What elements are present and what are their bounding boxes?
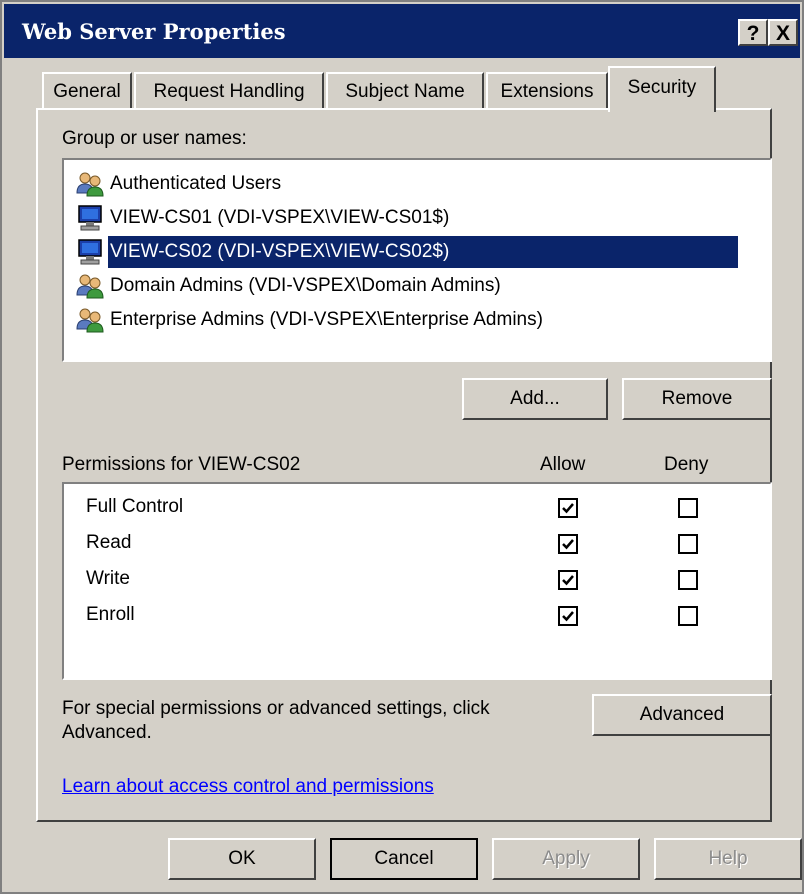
allow-column-header: Allow: [540, 454, 586, 475]
group-icon: [76, 307, 104, 333]
permission-row: Enroll: [64, 600, 770, 634]
list-item-label: VIEW-CS02 (VDI-VSPEX\VIEW-CS02$): [108, 236, 738, 268]
tab-security[interactable]: Security: [608, 66, 716, 112]
add-button[interactable]: Add...: [462, 378, 608, 420]
list-item-label: Authenticated Users: [110, 173, 282, 194]
permissions-list: Full Control Read Write Enroll: [62, 482, 772, 680]
list-item-label: Domain Admins (VDI-VSPEX\Domain Admins): [110, 275, 501, 296]
help-button[interactable]: Help: [654, 838, 802, 880]
help-title-button[interactable]: ?: [738, 19, 768, 46]
read-allow-checkbox[interactable]: [558, 534, 578, 554]
apply-button[interactable]: Apply: [492, 838, 640, 880]
title-bar[interactable]: Web Server Properties ? X: [4, 4, 800, 58]
ok-button[interactable]: OK: [168, 838, 316, 880]
permission-name: Full Control: [86, 496, 184, 517]
advanced-button[interactable]: Advanced: [592, 694, 772, 736]
deny-column-header: Deny: [664, 454, 709, 475]
users-listbox[interactable]: Authenticated Users VIEW-CS01 (VDI-VSPEX…: [62, 158, 772, 362]
tab-subject-name[interactable]: Subject Name: [326, 72, 484, 110]
computer-icon: [76, 205, 104, 231]
permission-row: Full Control: [64, 492, 770, 526]
window-title: Web Server Properties: [22, 19, 286, 44]
list-item-label: Enterprise Admins (VDI-VSPEX\Enterprise …: [110, 309, 543, 330]
list-item-enterprise-admins[interactable]: Enterprise Admins (VDI-VSPEX\Enterprise …: [74, 304, 764, 338]
enroll-allow-checkbox[interactable]: [558, 606, 578, 626]
list-item-label: VIEW-CS01 (VDI-VSPEX\VIEW-CS01$): [110, 207, 450, 228]
full-control-allow-checkbox[interactable]: [558, 498, 578, 518]
permission-row: Write: [64, 564, 770, 598]
permission-name: Enroll: [86, 604, 135, 625]
permissions-title: Permissions for VIEW-CS02: [62, 454, 301, 475]
permission-name: Write: [86, 568, 130, 589]
read-deny-checkbox[interactable]: [678, 534, 698, 554]
cancel-button[interactable]: Cancel: [330, 838, 478, 880]
remove-button[interactable]: Remove: [622, 378, 772, 420]
full-control-deny-checkbox[interactable]: [678, 498, 698, 518]
list-item-view-cs02[interactable]: VIEW-CS02 (VDI-VSPEX\VIEW-CS02$): [74, 236, 772, 270]
write-allow-checkbox[interactable]: [558, 570, 578, 590]
computer-icon: [76, 239, 104, 265]
users-label: Group or user names:: [62, 128, 247, 149]
permission-name: Read: [86, 532, 132, 553]
properties-dialog: Web Server Properties ? X General Reques…: [0, 0, 804, 894]
list-item-view-cs01[interactable]: VIEW-CS01 (VDI-VSPEX\VIEW-CS01$): [74, 202, 764, 236]
advanced-hint-line1: For special permissions or advanced sett…: [62, 698, 490, 719]
tab-request-handling[interactable]: Request Handling: [134, 72, 324, 110]
advanced-hint-line2: Advanced.: [62, 722, 152, 743]
write-deny-checkbox[interactable]: [678, 570, 698, 590]
tab-general[interactable]: General: [42, 72, 132, 110]
group-icon: [76, 273, 104, 299]
group-icon: [76, 171, 104, 197]
list-item-authenticated-users[interactable]: Authenticated Users: [74, 168, 764, 202]
tab-extensions[interactable]: Extensions: [486, 72, 608, 110]
permission-row: Read: [64, 528, 770, 562]
list-item-domain-admins[interactable]: Domain Admins (VDI-VSPEX\Domain Admins): [74, 270, 764, 304]
enroll-deny-checkbox[interactable]: [678, 606, 698, 626]
learn-access-control-link[interactable]: Learn about access control and permissio…: [62, 776, 434, 798]
close-title-button[interactable]: X: [768, 19, 798, 46]
